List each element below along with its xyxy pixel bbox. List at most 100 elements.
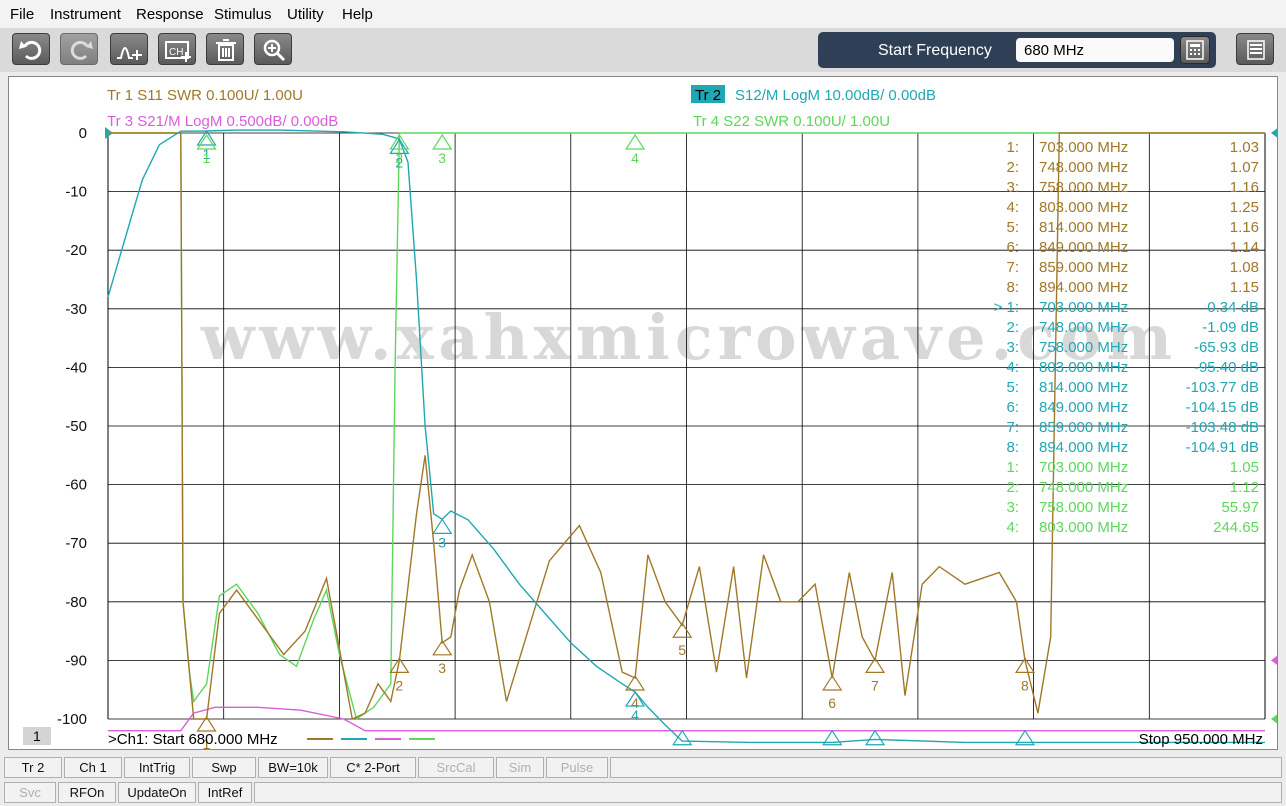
marker-label-tr4: 2 xyxy=(395,150,403,166)
softkey-srccal[interactable]: SrcCal xyxy=(418,757,494,778)
y-tick-label: -10 xyxy=(65,184,87,201)
marker-table-value: -104.15 dB xyxy=(1186,399,1259,416)
softkey-rfon[interactable]: RFOn xyxy=(58,782,116,803)
undo-button[interactable] xyxy=(12,33,50,65)
softkey-ch-1[interactable]: Ch 1 xyxy=(64,757,122,778)
softkey-row-1: Tr 2 Ch 1 IntTrig Swp BW=10k C* 2-Port SrcCal S… xyxy=(4,755,1284,779)
marker-add-icon xyxy=(117,47,142,60)
delete-button[interactable] xyxy=(206,33,244,65)
marker-table-index: 3: xyxy=(1006,179,1019,196)
softkey-bw-10k[interactable]: BW=10k xyxy=(258,757,328,778)
marker-table-frequency: 748.000 MHz xyxy=(1039,319,1128,336)
marker-label-tr2: 7 xyxy=(871,746,879,749)
marker-table-value: 1.05 xyxy=(1230,459,1259,476)
marker-table-frequency: 703.000 MHz xyxy=(1039,459,1128,476)
y-tick-label: -70 xyxy=(65,535,87,552)
marker-table-index: 2: xyxy=(1006,319,1019,336)
softkey-intref[interactable]: IntRef xyxy=(198,782,252,803)
redo-button[interactable] xyxy=(60,33,98,65)
marker-table-value: 1.08 xyxy=(1230,259,1259,276)
marker-table-value: 1.15 xyxy=(1230,279,1259,296)
marker-table-index: 1: xyxy=(1006,459,1019,476)
marker-table-frequency: 803.000 MHz xyxy=(1039,519,1128,536)
reference-level-tr4-icon xyxy=(1271,714,1277,724)
marker-table-index: 4: xyxy=(1006,359,1019,376)
trash-icon xyxy=(216,39,236,61)
menu-bar: File Instrument Response Stimulus Utilit… xyxy=(0,0,1286,29)
softkey-pulse[interactable]: Pulse xyxy=(546,757,608,778)
softkey-swp[interactable]: Swp xyxy=(192,757,256,778)
menu-stimulus[interactable]: Stimulus xyxy=(214,6,272,23)
footer-stop-frequency: Stop 950.000 MHz xyxy=(1139,731,1263,748)
marker-table-frequency: 859.000 MHz xyxy=(1039,259,1128,276)
marker-tr4-4 xyxy=(624,133,646,150)
marker-label-tr1: 8 xyxy=(1021,677,1029,693)
trace-1-label: Tr 1 S11 SWR 0.100U/ 1.00U xyxy=(107,87,303,104)
menu-response[interactable]: Response xyxy=(136,6,204,23)
marker-table-frequency: 803.000 MHz xyxy=(1039,359,1128,376)
softkey-c-2-port[interactable]: C* 2-Port xyxy=(330,757,416,778)
marker-table-index: > 1: xyxy=(994,299,1019,316)
redo-icon xyxy=(70,40,93,60)
add-channel-button[interactable]: CH xyxy=(158,33,196,65)
marker-table-index: 2: xyxy=(1006,479,1019,496)
marker-table-index: 3: xyxy=(1006,499,1019,516)
trace-4-label: Tr 4 S22 SWR 0.100U/ 1.00U xyxy=(693,113,890,130)
reference-level-tr3-icon xyxy=(1271,655,1277,665)
marker-table-value: -95.40 dB xyxy=(1194,359,1259,376)
trace-3-label: Tr 3 S21/M LogM 0.500dB/ 0.00dB xyxy=(107,113,338,130)
marker-table-frequency: 814.000 MHz xyxy=(1039,379,1128,396)
marker-tr4-3 xyxy=(432,133,453,150)
marker-table-value: 1.12 xyxy=(1230,479,1259,496)
zoom-in-icon xyxy=(263,39,286,62)
channel-number: 1 xyxy=(33,728,41,744)
marker-table-index: 7: xyxy=(1006,419,1019,436)
marker-table-frequency: 703.000 MHz xyxy=(1039,139,1128,156)
marker-tr2-3 xyxy=(432,518,453,534)
marker-label-tr1: 5 xyxy=(678,642,686,658)
softkey-empty xyxy=(254,782,1282,803)
marker-table-index: 6: xyxy=(1006,239,1019,256)
trace-2-badge-label: Tr 2 xyxy=(695,87,721,104)
marker-table-index: 8: xyxy=(1006,439,1019,456)
marker-label-tr1: 7 xyxy=(871,677,879,693)
zoom-button[interactable] xyxy=(254,33,292,65)
calculator-button[interactable] xyxy=(1180,36,1210,64)
menu-help[interactable]: Help xyxy=(342,6,373,23)
add-marker-button[interactable] xyxy=(110,33,148,65)
softkey-svc[interactable]: Svc xyxy=(4,782,56,803)
measurement-chart[interactable]: www.xahxmicrowave.com 0 -10 -20 -30 -40 -50 -60… xyxy=(8,76,1278,750)
softkey-sim[interactable]: Sim xyxy=(496,757,544,778)
toolbar: CH Start Frequency xyxy=(0,28,1286,72)
menu-instrument[interactable]: Instrument xyxy=(50,6,121,23)
softkey-menu-button[interactable] xyxy=(1236,33,1274,65)
y-tick-label: -80 xyxy=(65,594,87,611)
start-frequency-input[interactable] xyxy=(1016,38,1174,62)
softkey-inttrig[interactable]: IntTrig xyxy=(124,757,190,778)
marker-table-index: 2: xyxy=(1006,159,1019,176)
y-tick-label: -100 xyxy=(57,711,87,728)
marker-label-tr1: 2 xyxy=(395,677,403,693)
marker-table-value: -1.09 dB xyxy=(1202,319,1259,336)
marker-table-index: 3: xyxy=(1006,339,1019,356)
menu-utility[interactable]: Utility xyxy=(287,6,324,23)
reference-level-right-icon xyxy=(1271,128,1277,138)
menu-file[interactable]: File xyxy=(10,6,34,23)
start-frequency-panel: Start Frequency xyxy=(818,32,1216,68)
marker-table-index: 4: xyxy=(1006,519,1019,536)
y-tick-label: -60 xyxy=(65,477,87,494)
menu-grid-icon xyxy=(1247,40,1265,60)
marker-label-tr2: 5 xyxy=(678,746,686,749)
softkey-updateon[interactable]: UpdateOn xyxy=(118,782,196,803)
footer-start-frequency: >Ch1: Start 680.000 MHz xyxy=(108,731,278,748)
marker-table-frequency: 849.000 MHz xyxy=(1039,399,1128,416)
marker-label-tr2: 8 xyxy=(1021,746,1029,749)
marker-table-index: 4: xyxy=(1006,199,1019,216)
softkey-tr-2[interactable]: Tr 2 xyxy=(4,757,62,778)
marker-table-value: 1.03 xyxy=(1230,139,1259,156)
marker-table-frequency: 703.000 MHz xyxy=(1039,299,1128,316)
marker-table-frequency: 748.000 MHz xyxy=(1039,159,1128,176)
marker-table-frequency: 758.000 MHz xyxy=(1039,179,1128,196)
marker-table-value: 1.14 xyxy=(1230,239,1259,256)
marker-table-value: 244.65 xyxy=(1213,519,1259,536)
